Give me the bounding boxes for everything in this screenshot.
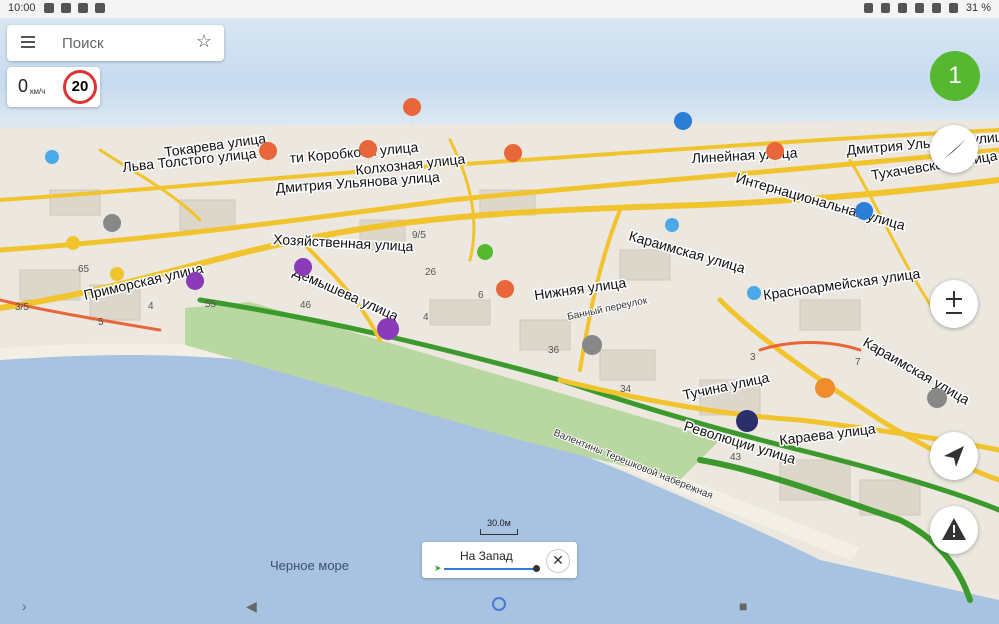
route-direction: На Запад xyxy=(460,549,513,563)
poi-marker[interactable] xyxy=(45,150,59,164)
house-number: 4 xyxy=(148,301,154,312)
warning-triangle-icon xyxy=(942,518,966,540)
house-number: 26 xyxy=(425,267,437,278)
road-event-button[interactable] xyxy=(930,506,978,554)
speedometer: 0 км/ч 20 xyxy=(7,67,100,107)
poi-marker[interactable] xyxy=(747,286,761,300)
house-number: 4 xyxy=(423,312,429,323)
route-end-dot xyxy=(533,565,540,572)
house-number: 34 xyxy=(620,384,632,395)
compass-button[interactable] xyxy=(930,125,978,173)
speed-unit: км/ч xyxy=(30,87,46,96)
menu-icon[interactable] xyxy=(21,36,35,48)
my-location-button[interactable] xyxy=(930,432,978,480)
house-number: 3 xyxy=(750,352,756,363)
house-number: 5 xyxy=(98,317,104,328)
house-number: 65 xyxy=(78,264,90,275)
recents-icon[interactable]: ■ xyxy=(739,598,747,614)
speed-limit-sign: 20 xyxy=(63,70,97,104)
poi-marker[interactable] xyxy=(110,267,124,281)
gps-satellite-badge[interactable]: 1 xyxy=(930,51,980,101)
poi-marker[interactable] xyxy=(665,218,679,232)
home-icon[interactable] xyxy=(491,596,507,615)
scale-bar xyxy=(480,529,518,535)
expand-icon[interactable]: › xyxy=(22,598,27,614)
house-number: 9/5 xyxy=(412,230,426,241)
house-number: 7 xyxy=(855,357,861,368)
house-number: 6 xyxy=(478,290,484,301)
house-number: 43 xyxy=(730,452,742,463)
house-number: 55 xyxy=(205,299,217,310)
scale-label: 30.0м xyxy=(487,518,511,528)
sea-label: Черное море xyxy=(270,558,350,573)
zoom-plus-minus-icon xyxy=(946,291,962,314)
house-number: 36 xyxy=(548,345,560,356)
close-route-button[interactable]: ✕ xyxy=(546,549,570,573)
favorites-star-icon[interactable]: ☆ xyxy=(196,31,212,52)
map-scale: 30.0м xyxy=(480,518,518,535)
route-panel[interactable]: На Запад ➤ ✕ xyxy=(422,542,577,578)
start-arrow-icon: ➤ xyxy=(434,563,442,573)
system-nav-bar: › ◀ ■ xyxy=(0,588,999,624)
search-bar[interactable]: Поиск ☆ xyxy=(7,25,224,61)
back-icon[interactable]: ◀ xyxy=(246,598,257,615)
compass-icon xyxy=(944,139,966,159)
navigation-arrow-icon xyxy=(944,446,964,467)
poi-marker[interactable] xyxy=(66,236,80,250)
current-speed: 0 xyxy=(18,76,29,96)
house-number: 3/5 xyxy=(15,302,29,313)
search-input[interactable]: Поиск xyxy=(62,35,104,52)
house-number: 46 xyxy=(300,300,312,311)
zoom-button[interactable] xyxy=(930,280,978,328)
route-progress-line xyxy=(444,568,536,570)
